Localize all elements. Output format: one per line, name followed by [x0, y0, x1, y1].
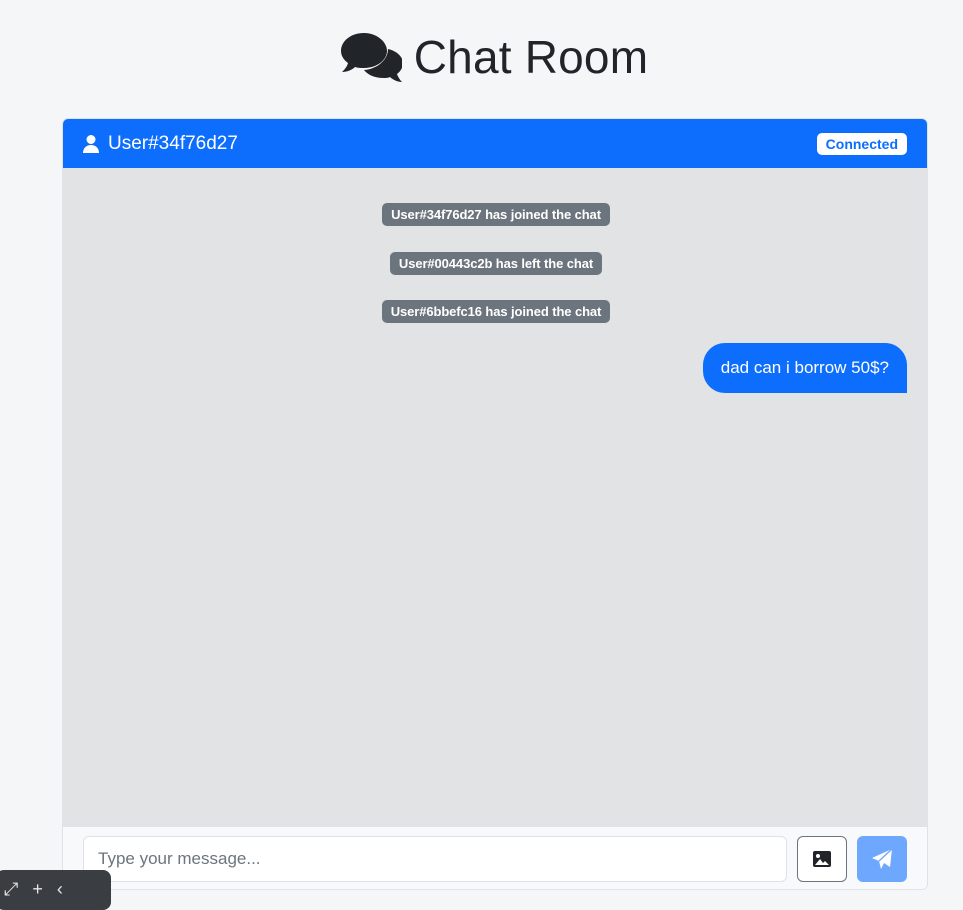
page-title: Chat Room [0, 30, 963, 84]
message-list[interactable]: User#34f76d27 has joined the chat User#0… [63, 168, 927, 826]
comments-icon [340, 33, 402, 82]
overlay-toolbar[interactable]: ⤢ + ‹ [0, 870, 111, 910]
current-username: User#34f76d27 [108, 132, 238, 154]
page-title-text: Chat Room [413, 31, 649, 83]
system-message-text: User#34f76d27 has joined the chat [382, 203, 610, 226]
paper-plane-icon [872, 848, 893, 869]
system-message-text: User#6bbefc16 has joined the chat [381, 300, 611, 323]
sent-message-bubble: dad can i borrow 50$? [702, 343, 907, 393]
system-message: User#6bbefc16 has joined the chat [63, 300, 927, 323]
send-button[interactable] [857, 836, 907, 882]
user-icon [83, 134, 99, 153]
message-composer [63, 826, 927, 889]
system-message-text: User#00443c2b has left the chat [389, 252, 603, 275]
current-user: User#34f76d27 [83, 133, 238, 155]
chat-header: User#34f76d27 Connected [63, 119, 927, 168]
plus-icon[interactable]: + [32, 880, 43, 898]
system-message: User#34f76d27 has joined the chat [63, 203, 927, 226]
system-message: User#00443c2b has left the chat [63, 252, 927, 275]
status-badge: Connected [816, 132, 907, 155]
image-icon [813, 851, 831, 867]
chat-card: User#34f76d27 Connected User#34f76d27 ha… [62, 118, 928, 890]
expand-icon[interactable]: ⤢ [4, 880, 18, 898]
message-input[interactable] [83, 836, 787, 882]
sent-message: dad can i borrow 50$? [702, 343, 907, 393]
chevron-left-icon[interactable]: ‹ [57, 880, 63, 898]
attach-image-button[interactable] [797, 836, 847, 882]
